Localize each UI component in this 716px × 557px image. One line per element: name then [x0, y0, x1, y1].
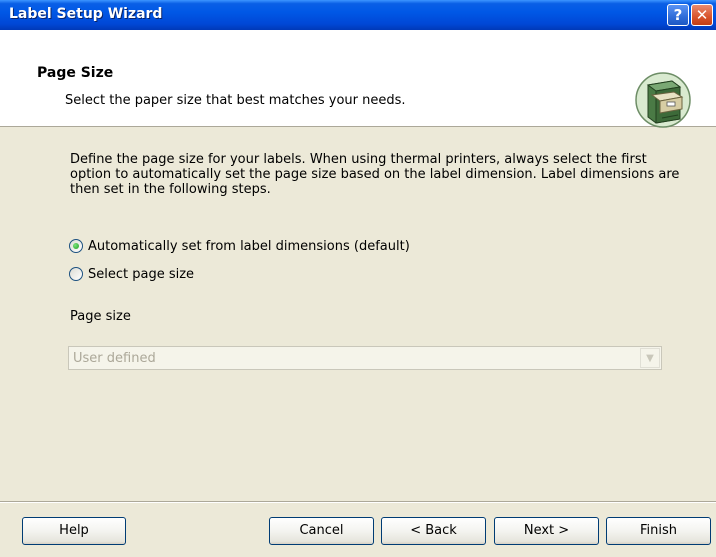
page-size-dropdown[interactable]: User defined ▼ — [68, 346, 662, 370]
title-close-button[interactable]: ✕ — [691, 4, 713, 26]
back-button[interactable]: < Back — [381, 517, 486, 545]
option-select-label: Select page size — [88, 266, 195, 282]
page-size-label: Page size — [70, 309, 131, 324]
page-subtitle: Select the paper size that best matches … — [65, 93, 406, 108]
radio-auto-checked[interactable] — [69, 239, 83, 253]
page-size-value: User defined — [73, 351, 156, 366]
title-help-button[interactable]: ? — [667, 4, 689, 26]
help-button[interactable]: Help — [22, 517, 126, 545]
file-cabinet-icon — [635, 72, 691, 128]
chevron-down-icon[interactable]: ▼ — [640, 348, 660, 368]
wizard-header: Page Size Select the paper size that bes… — [0, 30, 716, 128]
page-title: Page Size — [37, 65, 114, 81]
wizard-window: Label Setup Wizard ? ✕ Page Size Select … — [0, 0, 716, 557]
window-title: Label Setup Wizard — [9, 6, 163, 22]
page-description: Define the page size for your labels. Wh… — [70, 152, 680, 197]
footer-divider — [0, 501, 716, 503]
option-select-page-size[interactable]: Select page size — [69, 265, 194, 283]
next-button[interactable]: Next > — [494, 517, 599, 545]
option-auto-page-size[interactable]: Automatically set from label dimensions … — [69, 237, 410, 255]
option-auto-label: Automatically set from label dimensions … — [88, 238, 410, 254]
finish-button[interactable]: Finish — [606, 517, 711, 545]
radio-select-unchecked[interactable] — [69, 267, 83, 281]
cancel-button[interactable]: Cancel — [269, 517, 374, 545]
title-bar[interactable]: Label Setup Wizard ? ✕ — [0, 0, 716, 30]
